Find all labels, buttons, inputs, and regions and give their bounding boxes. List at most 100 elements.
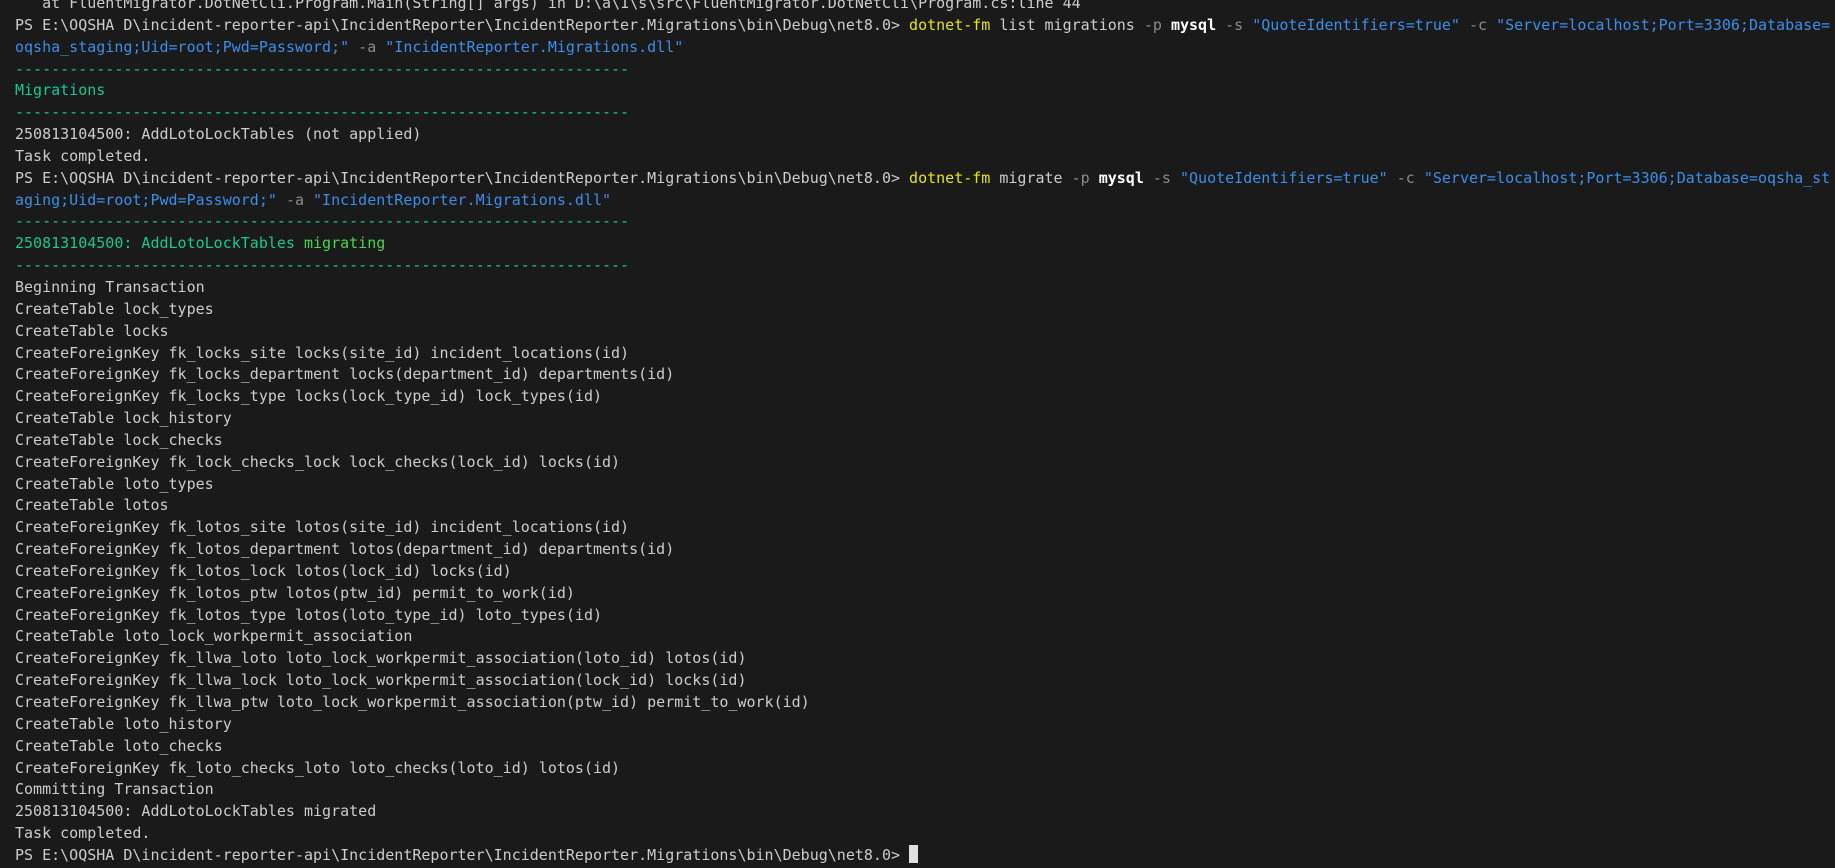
text-segment: 250813104500: AddLotoLockTables [15, 234, 304, 252]
terminal-line: CreateTable loto_lock_workpermit_associa… [15, 626, 1835, 648]
text-segment: -c [1469, 16, 1487, 34]
text-segment [376, 38, 385, 56]
terminal-line: PS E:\OQSHA D\incident-reporter-api\Inci… [15, 15, 1835, 37]
text-segment: mysql [1171, 16, 1216, 34]
terminal-line: ----------------------------------------… [15, 59, 1835, 81]
text-segment: PS E:\OQSHA D\incident-reporter-api\Inci… [15, 169, 909, 187]
terminal-line: CreateTable loto_checks [15, 736, 1835, 758]
text-segment: "IncidentReporter.Migrations.dll" [385, 38, 683, 56]
terminal-line: PS E:\OQSHA D\incident-reporter-api\Inci… [15, 845, 1835, 867]
text-segment: CreateForeignKey fk_loto_checks_loto lot… [15, 759, 620, 777]
text-segment: Task completed. [15, 824, 150, 842]
terminal-line: Task completed. [15, 146, 1835, 168]
text-segment [1090, 169, 1099, 187]
text-segment: migrating [304, 234, 385, 252]
terminal-line: Committing Transaction [15, 779, 1835, 801]
terminal-line: CreateTable lock_types [15, 299, 1835, 321]
text-segment: CreateTable loto_history [15, 715, 232, 733]
text-segment [1144, 169, 1153, 187]
text-segment: -a [286, 191, 304, 209]
terminal-line: CreateTable loto_history [15, 714, 1835, 736]
text-segment: CreateForeignKey fk_lotos_type lotos(lot… [15, 606, 602, 624]
terminal-line: aging;Uid=root;Pwd=Password;" -a "Incide… [15, 190, 1835, 212]
terminal-line: CreateForeignKey fk_locks_site locks(sit… [15, 343, 1835, 365]
text-segment: Beginning Transaction [15, 278, 205, 296]
terminal-line: CreateForeignKey fk_lotos_type lotos(lot… [15, 605, 1835, 627]
terminal-line: ----------------------------------------… [15, 102, 1835, 124]
text-segment [1460, 16, 1469, 34]
text-segment [1487, 16, 1496, 34]
terminal-line: at FluentMigrator.DotNetCli.Program.Main… [15, 0, 1835, 15]
text-segment: Migrations [15, 81, 105, 99]
terminal-line: Beginning Transaction [15, 277, 1835, 299]
text-segment: -c [1397, 169, 1415, 187]
text-segment [277, 191, 286, 209]
text-segment: CreateTable loto_lock_workpermit_associa… [15, 627, 412, 645]
text-segment [1216, 16, 1225, 34]
text-segment: CreateForeignKey fk_locks_site locks(sit… [15, 344, 629, 362]
text-segment: CreateForeignKey fk_lotos_lock lotos(loc… [15, 562, 512, 580]
text-segment [1243, 16, 1252, 34]
text-segment: PS E:\OQSHA D\incident-reporter-api\Inci… [15, 16, 909, 34]
text-segment: 250813104500: AddLotoLockTables migrated [15, 802, 376, 820]
text-segment: CreateForeignKey fk_locks_department loc… [15, 365, 674, 383]
text-segment: CreateForeignKey fk_lotos_ptw lotos(ptw_… [15, 584, 575, 602]
terminal-line: CreateTable lock_history [15, 408, 1835, 430]
text-segment: CreateForeignKey fk_llwa_loto loto_lock_… [15, 649, 747, 667]
text-segment: ----------------------------------------… [15, 103, 629, 121]
text-segment: "QuoteIdentifiers=true" [1180, 169, 1388, 187]
terminal-line: PS E:\OQSHA D\incident-reporter-api\Inci… [15, 168, 1835, 190]
terminal-line: CreateForeignKey fk_lotos_lock lotos(loc… [15, 561, 1835, 583]
text-segment: CreateForeignKey fk_llwa_ptw loto_lock_w… [15, 693, 810, 711]
terminal-line: CreateForeignKey fk_lock_checks_lock loc… [15, 452, 1835, 474]
text-segment: -p [1144, 16, 1162, 34]
text-segment: dotnet-fm [909, 16, 990, 34]
terminal-line: CreateTable lotos [15, 495, 1835, 517]
terminal-line: CreateForeignKey fk_llwa_ptw loto_lock_w… [15, 692, 1835, 714]
text-segment: oqsha_staging;Uid=root;Pwd=Password;" [15, 38, 349, 56]
terminal-line: ----------------------------------------… [15, 211, 1835, 233]
terminal-line: Task completed. [15, 823, 1835, 845]
terminal-line: CreateForeignKey fk_loto_checks_loto lot… [15, 758, 1835, 780]
terminal-line: oqsha_staging;Uid=root;Pwd=Password;" -a… [15, 37, 1835, 59]
text-segment [304, 191, 313, 209]
text-segment [1162, 16, 1171, 34]
text-segment: migrate [990, 169, 1071, 187]
text-segment: CreateTable lock_checks [15, 431, 223, 449]
terminal[interactable]: at FluentMigrator.DotNetCli.Program.Main… [0, 0, 1835, 868]
text-segment: CreateTable loto_types [15, 475, 214, 493]
terminal-line: 250813104500: AddLotoLockTables (not app… [15, 124, 1835, 146]
text-segment: Task completed. [15, 147, 150, 165]
text-segment: -s [1225, 16, 1243, 34]
text-segment: "Server=localhost;Port=3306;Database= [1496, 16, 1830, 34]
text-segment: PS E:\OQSHA D\incident-reporter-api\Inci… [15, 846, 909, 864]
text-segment: CreateTable lock_history [15, 409, 232, 427]
text-segment: CreateTable lotos [15, 496, 169, 514]
text-segment: "Server=localhost;Port=3306;Database=oqs… [1424, 169, 1830, 187]
text-segment: -s [1153, 169, 1171, 187]
terminal-cursor [909, 845, 918, 863]
terminal-line: CreateForeignKey fk_locks_department loc… [15, 364, 1835, 386]
text-segment: CreateForeignKey fk_lotos_site lotos(sit… [15, 518, 629, 536]
terminal-line: Migrations [15, 80, 1835, 102]
terminal-line: CreateTable locks [15, 321, 1835, 343]
text-segment: "IncidentReporter.Migrations.dll" [313, 191, 611, 209]
text-segment: at FluentMigrator.DotNetCli.Program.Main… [15, 0, 1081, 12]
text-segment: CreateTable loto_checks [15, 737, 223, 755]
terminal-line: CreateTable loto_types [15, 474, 1835, 496]
text-segment [1388, 169, 1397, 187]
text-segment: ----------------------------------------… [15, 212, 629, 230]
text-segment: CreateForeignKey fk_locks_type locks(loc… [15, 387, 602, 405]
terminal-line: CreateForeignKey fk_llwa_loto loto_lock_… [15, 648, 1835, 670]
text-segment: CreateForeignKey fk_llwa_lock loto_lock_… [15, 671, 747, 689]
terminal-line: 250813104500: AddLotoLockTables migratin… [15, 233, 1835, 255]
text-segment: CreateForeignKey fk_lotos_department lot… [15, 540, 674, 558]
text-segment: ----------------------------------------… [15, 60, 629, 78]
text-segment [349, 38, 358, 56]
terminal-line: CreateForeignKey fk_llwa_lock loto_lock_… [15, 670, 1835, 692]
terminal-line: ----------------------------------------… [15, 255, 1835, 277]
terminal-line: CreateForeignKey fk_lotos_department lot… [15, 539, 1835, 561]
text-segment: CreateForeignKey fk_lock_checks_lock loc… [15, 453, 620, 471]
text-segment [1415, 169, 1424, 187]
terminal-line: CreateForeignKey fk_lotos_site lotos(sit… [15, 517, 1835, 539]
